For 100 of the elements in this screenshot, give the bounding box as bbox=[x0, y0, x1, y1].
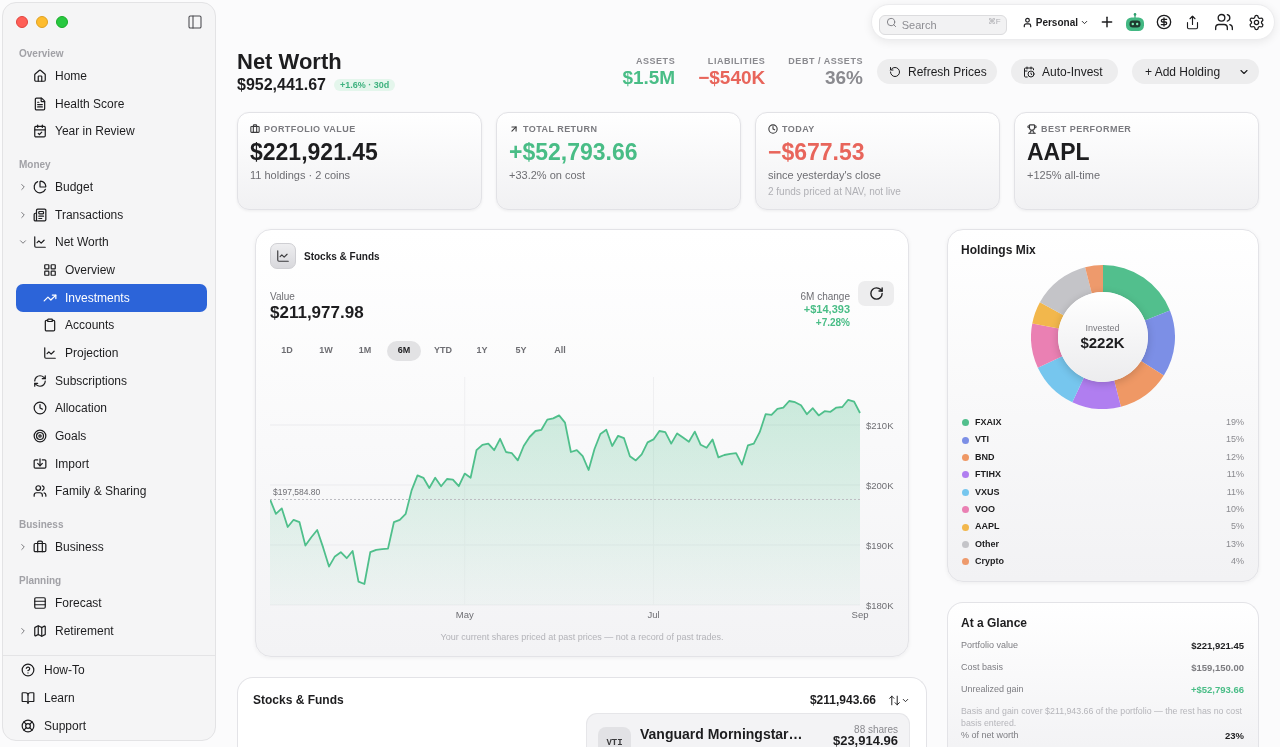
range-tab[interactable]: All bbox=[543, 341, 577, 361]
legend-label: Other bbox=[975, 537, 999, 551]
legend-percent: 4% bbox=[1231, 555, 1244, 569]
range-tab[interactable]: 5Y bbox=[504, 341, 538, 361]
holdings-total: $211,943.66 bbox=[809, 692, 876, 709]
map-icon bbox=[33, 623, 47, 638]
legend-percent: 10% bbox=[1226, 502, 1244, 516]
sort-button[interactable] bbox=[888, 693, 910, 707]
people-icon[interactable] bbox=[1214, 12, 1234, 32]
sidebar-link[interactable]: Support bbox=[16, 712, 207, 740]
y-axis-label: $200K bbox=[866, 479, 894, 491]
chevron-right-icon[interactable] bbox=[18, 542, 28, 553]
add-holding-button[interactable]: + Add Holding bbox=[1132, 59, 1259, 84]
sort-arrows-icon bbox=[888, 693, 901, 707]
document-icon bbox=[33, 96, 47, 111]
card-footnote: 2 funds priced at NAV, not live bbox=[768, 185, 901, 199]
stat-value: $1.5M bbox=[622, 66, 676, 89]
x-axis-label: May bbox=[455, 609, 474, 620]
range-tab[interactable]: 1M bbox=[348, 341, 382, 361]
glance-label: % of net worth bbox=[961, 729, 1019, 743]
sidebar-item[interactable]: Projection bbox=[16, 339, 207, 367]
y-axis-label: $180K bbox=[866, 599, 894, 611]
range-tab[interactable]: YTD bbox=[426, 341, 460, 361]
card-detail: +33.2% on cost bbox=[509, 168, 586, 182]
sidebar-item[interactable]: Allocation bbox=[16, 394, 207, 423]
robot-icon[interactable] bbox=[1126, 13, 1144, 31]
range-tab[interactable]: 1W bbox=[309, 341, 343, 361]
sidebar-toggle-icon[interactable] bbox=[187, 14, 203, 30]
range-tab[interactable]: 1Y bbox=[465, 341, 499, 361]
close-window-button[interactable] bbox=[16, 16, 28, 28]
refresh-prices-button[interactable]: Refresh Prices bbox=[877, 59, 997, 84]
glance-value: 23% bbox=[1225, 728, 1244, 743]
range-tab[interactable]: 1D bbox=[270, 341, 304, 361]
settings-icon[interactable] bbox=[1248, 13, 1265, 31]
value-amount: $211,977.98 bbox=[270, 303, 364, 323]
sidebar-item[interactable]: Overview bbox=[16, 256, 207, 284]
legend-label: AAPL bbox=[975, 520, 1000, 534]
share-icon[interactable] bbox=[1185, 14, 1200, 30]
book-icon bbox=[21, 691, 35, 705]
line-chart-icon bbox=[33, 235, 47, 250]
glance-value: +$52,793.66 bbox=[1190, 682, 1244, 697]
sidebar-item[interactable]: Business bbox=[16, 533, 207, 561]
sidebar-item[interactable]: Net Worth bbox=[16, 228, 207, 257]
sidebar-section-title: Overview bbox=[19, 46, 64, 61]
sidebar-item[interactable]: Health Score bbox=[16, 89, 207, 118]
card-title: Stocks & Funds bbox=[304, 249, 380, 264]
profile-menu-button[interactable]: Personal bbox=[1021, 14, 1089, 30]
line-chart-icon bbox=[43, 346, 57, 361]
auto-invest-button[interactable]: Auto-Invest bbox=[1011, 59, 1118, 84]
y-axis-label: $190K bbox=[866, 539, 894, 551]
stat-value: 36% bbox=[824, 66, 863, 89]
holding-shares: 88 shares bbox=[854, 724, 898, 735]
clock-icon bbox=[33, 401, 47, 416]
cycle-arrows-icon bbox=[33, 373, 47, 388]
trophy-icon bbox=[1027, 124, 1037, 134]
card-title: Stocks & Funds bbox=[253, 692, 344, 709]
legend-percent: 19% bbox=[1226, 415, 1244, 429]
stat-value: −$540K bbox=[698, 66, 766, 89]
sidebar-item[interactable]: Forecast bbox=[16, 589, 207, 617]
chevron-right-icon[interactable] bbox=[18, 181, 28, 192]
line-chart-icon bbox=[270, 243, 296, 269]
sidebar-item[interactable]: Retirement bbox=[16, 616, 207, 645]
legend-label: BND bbox=[975, 450, 995, 464]
sidebar-item[interactable]: Accounts bbox=[16, 311, 207, 340]
holding-name: Vanguard Morningstar… bbox=[640, 726, 803, 742]
card-detail: since yesterday's close bbox=[768, 168, 881, 182]
sidebar-item[interactable]: Budget bbox=[16, 173, 207, 201]
card-label: PORTFOLIO VALUE bbox=[264, 123, 356, 135]
chevron-right-icon[interactable] bbox=[18, 625, 28, 636]
chevron-right-icon[interactable] bbox=[18, 209, 28, 220]
zoom-window-button[interactable] bbox=[56, 16, 68, 28]
legend-percent: 5% bbox=[1231, 520, 1244, 534]
sidebar-item[interactable]: Goals bbox=[16, 422, 207, 450]
legend-percent: 15% bbox=[1226, 433, 1244, 447]
holding-card[interactable]: VTI Vanguard Morningstar… 88 shares $23,914.96 bbox=[586, 713, 910, 747]
sidebar-item[interactable]: Transactions bbox=[16, 200, 207, 229]
house-icon bbox=[33, 68, 47, 83]
dollar-circle-icon[interactable] bbox=[1156, 14, 1172, 30]
legend-percent: 13% bbox=[1226, 537, 1244, 551]
sidebar-item[interactable]: Year in Review bbox=[16, 117, 207, 146]
plus-icon[interactable] bbox=[1099, 14, 1115, 30]
stat-label: LIABILITIES bbox=[707, 54, 766, 67]
sidebar-item[interactable]: Subscriptions bbox=[16, 366, 207, 395]
sidebar-item[interactable]: Family & Sharing bbox=[16, 477, 207, 506]
sidebar-section-title: Planning bbox=[19, 573, 62, 588]
refresh-chart-button[interactable] bbox=[858, 281, 894, 306]
net-worth-total: $952,441.67 bbox=[237, 75, 326, 95]
sidebar-item[interactable]: Import bbox=[16, 449, 207, 478]
sidebar-item[interactable]: Investments bbox=[16, 283, 207, 312]
legend-label: VTI bbox=[975, 433, 989, 447]
import-icon bbox=[33, 456, 47, 471]
glance-label: Cost basis bbox=[961, 661, 1004, 675]
sidebar-item[interactable]: Home bbox=[16, 62, 207, 90]
people-icon bbox=[33, 484, 47, 499]
range-tab[interactable]: 6M bbox=[387, 341, 421, 361]
sidebar-link[interactable]: How-To bbox=[16, 656, 207, 684]
card-label: TOTAL RETURN bbox=[523, 123, 598, 135]
clipboard-icon bbox=[43, 318, 57, 333]
sidebar-link[interactable]: Learn bbox=[16, 684, 207, 712]
card-value: AAPL bbox=[1027, 138, 1090, 166]
